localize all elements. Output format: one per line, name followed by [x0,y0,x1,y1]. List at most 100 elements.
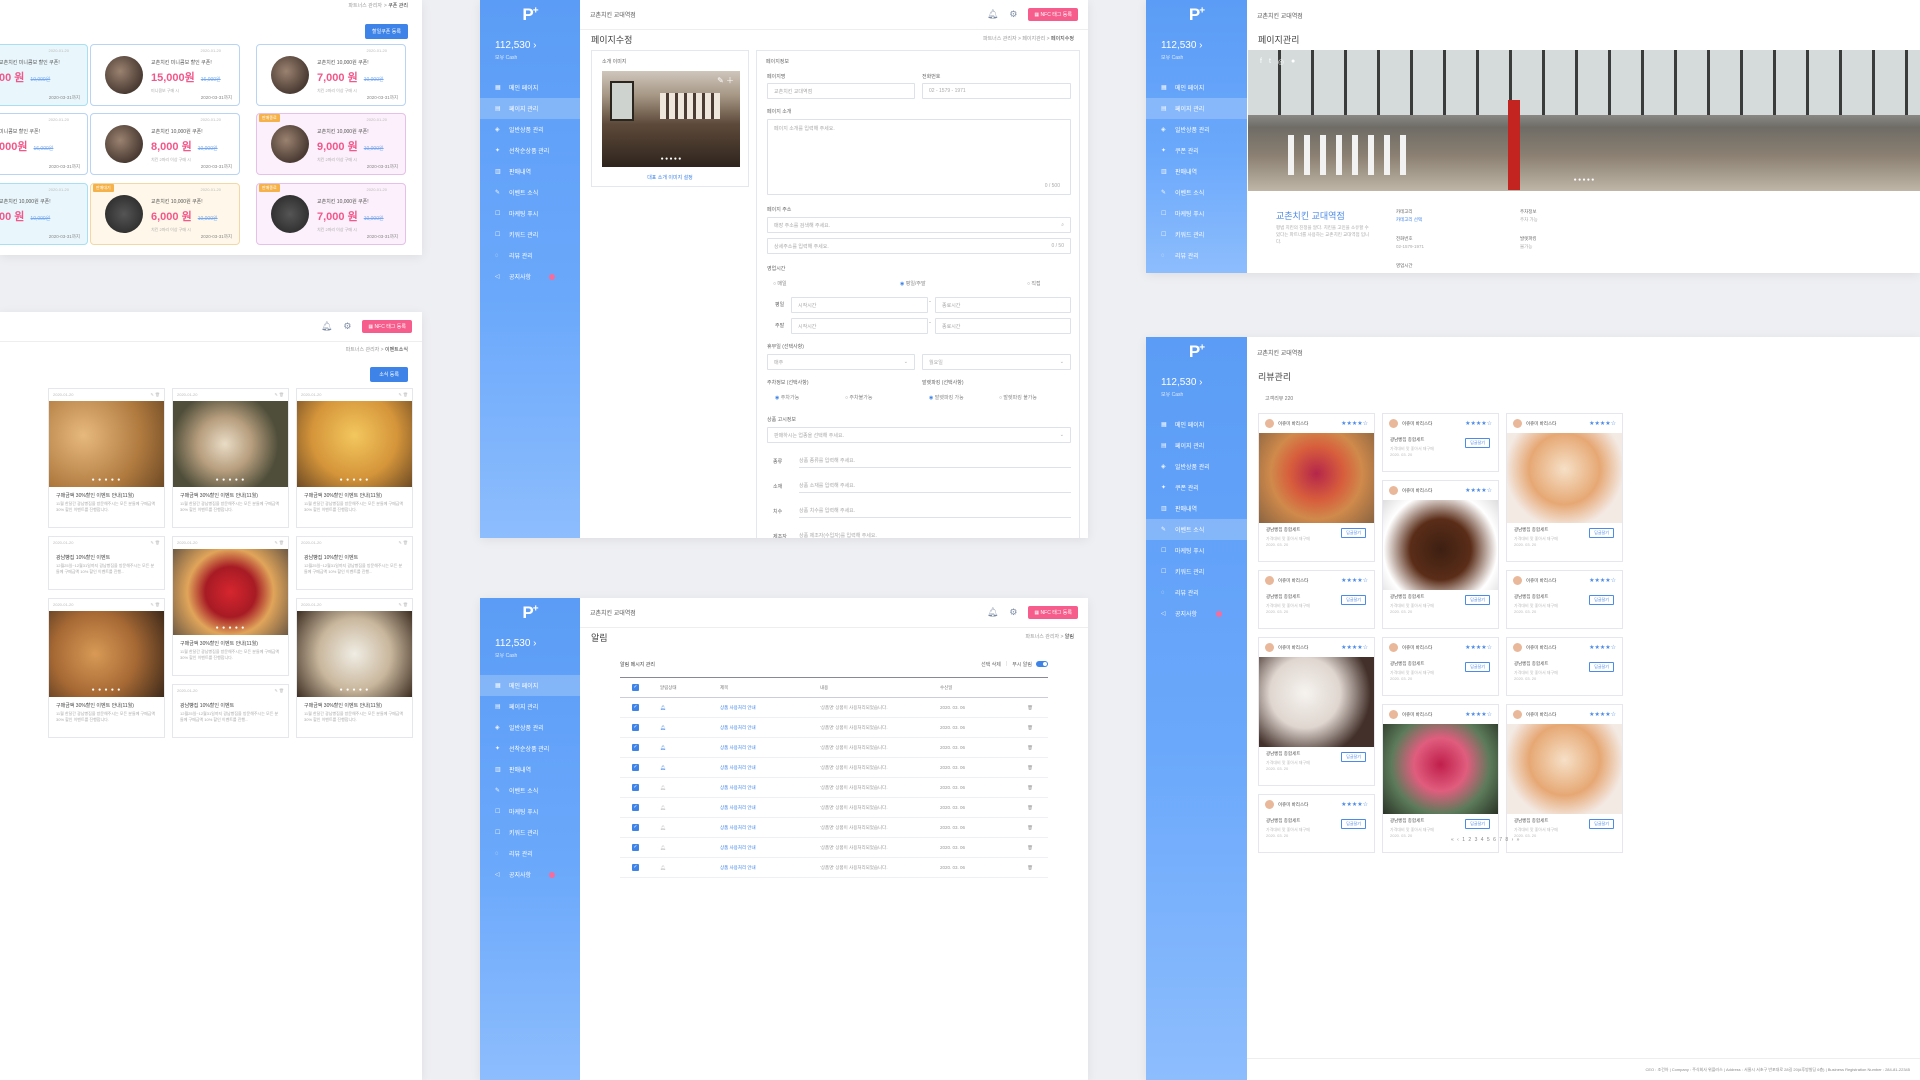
holiday-select-2[interactable]: 월요일 ⌄ [922,354,1071,370]
edit-delete-icons[interactable]: ✎ 🗑︎ [398,392,408,397]
notice-category-select[interactable]: 판매하시는 업종을 선택해 주세요. ⌄ [767,427,1071,443]
radio-parking-yes[interactable]: ◉ 주차가능 [775,394,799,401]
review-card[interactable]: 이쥬미 바리스타 ★★★★☆ 광남빵집 종합세트 답글달기 가격대비 맛 좋아서 재구매… [1506,413,1623,562]
reply-button[interactable]: 답글달기 [1589,595,1614,605]
review-card[interactable]: 이쥬미 바리스타 ★★★★☆ 광남빵집 종합세트 답글달기 가격대비 맛 좋아서 재구매… [1506,704,1623,853]
trash-icon[interactable]: 🗑︎ [1015,745,1048,751]
cash-balance[interactable]: 112,530 › 보유 Cash [480,628,580,659]
notice-input[interactable]: 상품 제조자(수입자)를 입력해 주세요. [799,529,1071,538]
notice-input[interactable]: 상품 종류를 입력해 주세요. [799,454,1071,468]
weekend-end-field[interactable]: 종료시간 [935,318,1071,334]
edit-delete-icons[interactable]: ✎ 🗑︎ [150,602,160,607]
sidebar-item[interactable]: ▦ 메인 페이지 [480,675,580,696]
table-row[interactable]: ✓ 🔔︎ 상품 사용처리 안내 '상품명' 상품이 사용처리되었습니다. 2020. 0… [620,718,1048,738]
table-row[interactable]: ✓ 🔔︎ 상품 사용처리 안내 '상품명' 상품이 사용처리되었습니다. 2020. 0… [620,778,1048,798]
edit-add-icons[interactable]: ✎ ＋ [717,75,734,86]
review-card[interactable]: 이쥬미 바리스타 ★★★★☆ 광남빵집 종합세트 답글달기 가격대비 맛 좋아서 재구매… [1506,570,1623,629]
event-card[interactable]: 2020-01-20 ✎ 🗑︎ 광남빵집 10%할인 이벤트 12월25일~12월31… [172,684,289,738]
sidebar-item[interactable]: ◁공지사항 [1146,603,1247,624]
sidebar-item[interactable]: ▦ 메인 페이지 [1146,414,1247,435]
bell-icon[interactable]: 🔔︎ [987,9,998,20]
sidebar-item[interactable]: ✦ 쿠폰 관리 [1146,477,1247,498]
trash-icon[interactable]: 🗑︎ [1015,865,1048,871]
sidebar-item[interactable]: ▤ 페이지 관리 [480,696,580,717]
edit-delete-icons[interactable]: ✎ 🗑︎ [150,392,160,397]
review-card[interactable]: 이쥬미 바리스타 ★★★★☆ 광남빵집 종합세트 답글달기 가격대비 맛 좋아서 재구매… [1258,637,1375,786]
coupon-card[interactable]: 판매종료 2020-01-20 교촌치킨 10,000원 쿠폰! 7,000 원 10,… [256,183,406,245]
logo[interactable]: P+ [1146,0,1247,30]
event-image[interactable]: ● ● ● ● ● [173,401,288,487]
sidebar-item[interactable]: ▦ 메인 페이지 [480,77,580,98]
nfc-register-button[interactable]: ▦ NFC 태그 등록 [1028,606,1078,619]
trash-icon[interactable]: 🗑︎ [1015,785,1048,791]
sidebar-item[interactable]: ◈ 일반상품 관리 [1146,119,1247,140]
shop-cover-image[interactable]: f t ◎ ● ● ● ● ● ● [1248,50,1920,191]
reply-button[interactable]: 답글달기 [1589,819,1614,829]
edit-delete-icons[interactable]: ✎ 🗑︎ [274,688,284,693]
radio-custom[interactable]: ○ 직접 [1027,280,1041,287]
sidebar-item[interactable]: ✎ 이벤트 소식 [1146,519,1247,540]
pagination[interactable]: « ‹ 1 2 3 4 5 6 7 8 › » [1451,837,1520,843]
cash-balance[interactable]: 112,530 › 보유 Cash [1146,30,1247,61]
alarm-title[interactable]: 상품 사용처리 안내 [720,765,820,771]
radio-parking-no[interactable]: ○ 주차불가능 [845,394,872,401]
alarm-title[interactable]: 상품 사용처리 안내 [720,825,820,831]
gear-icon[interactable]: ⚙ [343,321,351,332]
trash-icon[interactable]: 🗑︎ [1015,725,1048,731]
sidebar-item[interactable]: ◈ 일반상품 관리 [480,119,580,140]
notice-input[interactable]: 상품 소재를 입력해 주세요. [799,479,1071,493]
breadcrumb-item[interactable]: 파트너스 관리자 [346,347,380,353]
review-card[interactable]: 이쥬미 바리스타 ★★★★☆ 광남빵집 종합세트 답글달기 가격대비 맛 좋아서 재구매… [1258,570,1375,629]
review-image[interactable] [1507,433,1622,523]
select-all-checkbox[interactable]: ✓ [632,684,639,691]
carousel-dots[interactable]: ● ● ● ● ● [297,477,412,483]
sidebar-item[interactable]: ▥ 판매내역 [1146,498,1247,519]
event-card[interactable]: 2020-01-20 ✎ 🗑︎ 광남빵집 10%할인 이벤트 12월25일~12월31… [296,536,413,590]
table-row[interactable]: ✓ 🔔︎ 상품 사용처리 안내 '상품명' 상품이 사용처리되었습니다. 2020. 0… [620,758,1048,778]
sidebar-item[interactable]: ◌ 리뷰 관리 [1146,245,1247,266]
carousel-dots[interactable]: ● ● ● ● ● [297,687,412,693]
sidebar-item[interactable]: ▥ 판매내역 [480,161,580,182]
review-image[interactable] [1259,657,1374,747]
sidebar-item[interactable]: ☐ 키워드 관리 [480,224,580,245]
event-card[interactable]: 2020-01-20 ✎ 🗑︎ ● ● ● ● ● 구매금액 30%할인 이벤트 안내… [172,536,289,676]
cash-balance[interactable]: 112,530 › 보유 Cash [480,30,580,61]
review-card[interactable]: 이쥬미 바리스타 ★★★★☆ 광남빵집 종합세트 답글달기 가격대비 맛 좋아서 재구매… [1382,637,1499,696]
add-news-button[interactable]: 소식 등록 [370,367,408,382]
sidebar-item[interactable]: ▤ 페이지 관리 [480,98,580,119]
table-row[interactable]: ✓ 🔔︎ 상품 사용처리 안내 '상품명' 상품이 사용처리되었습니다. 2020. 0… [620,798,1048,818]
review-card[interactable]: 이쥬미 바리스타 ★★★★☆ 광남빵집 종합세트 답글달기 가격대비 맛 좋아서 재구매… [1258,794,1375,853]
review-image[interactable] [1383,500,1498,590]
phone-field[interactable]: 02 - 1579 - 1971 [922,83,1071,99]
event-card[interactable]: 2020-01-20 ✎ 🗑︎ ● ● ● ● ● 구매금액 30%할인 이벤트 안내… [296,598,413,738]
event-card[interactable]: 2020-01-20 ✎ 🗑︎ ● ● ● ● ● 구매금액 30%할인 이벤트 안내… [48,388,165,528]
review-card[interactable]: 이쥬미 바리스타 ★★★★☆ 광남빵집 종합세트 답글달기 가격대비 맛 좋아서 재구매… [1382,704,1499,853]
carousel-dots[interactable]: ● ● ● ● ● [1248,177,1920,183]
social-icon[interactable]: ● [1291,58,1295,66]
trash-icon[interactable]: 🗑︎ [1015,805,1048,811]
sidebar-item[interactable]: ◁공지사항 [1146,266,1247,273]
sidebar-item[interactable]: ✦ 선착순상품 관리 [480,738,580,759]
gear-icon[interactable]: ⚙ [1009,607,1017,618]
table-row[interactable]: ✓ 🔔︎ 상품 사용처리 안내 '상품명' 상품이 사용처리되었습니다. 2020. 0… [620,838,1048,858]
sidebar-item[interactable]: ▦ 메인 페이지 [1146,77,1247,98]
coupon-card[interactable]: 2020-01-20 미니콤보 할인 쿠폰! 000원 16,000원 2020-03-… [0,113,88,175]
edit-delete-icons[interactable]: ✎ 🗑︎ [274,392,284,397]
sidebar-item[interactable]: ✎ 이벤트 소식 [480,182,580,203]
reply-button[interactable]: 답글달기 [1341,752,1366,762]
nfc-register-button[interactable]: ▦ NFC 태그 등록 [1028,8,1078,21]
sidebar-item[interactable]: ▥ 판매내역 [480,759,580,780]
alarm-title[interactable]: 상품 사용처리 안내 [720,705,820,711]
event-image[interactable]: ● ● ● ● ● [297,401,412,487]
event-card[interactable]: 2020-01-20 ✎ 🗑︎ 광남빵집 10%할인 이벤트 12월25일~12월31… [48,536,165,590]
reply-button[interactable]: 답글달기 [1465,819,1490,829]
trash-icon[interactable]: 🗑︎ [1015,765,1048,771]
bell-icon[interactable]: 🔔︎ [321,321,332,332]
sidebar-item[interactable]: ☐ 마케팅 푸시 [480,801,580,822]
sidebar-item[interactable]: ✎ 이벤트 소식 [480,780,580,801]
alarm-title[interactable]: 상품 사용처리 안내 [720,785,820,791]
trash-icon[interactable]: 🗑︎ [1015,825,1048,831]
edit-delete-icons[interactable]: ✎ 🗑︎ [398,540,408,545]
reply-button[interactable]: 답글달기 [1589,528,1614,538]
coupon-card[interactable]: 2020-01-20 교촌치킨 10,000원 쿠폰! 8,000 원 10,000원… [90,113,240,175]
